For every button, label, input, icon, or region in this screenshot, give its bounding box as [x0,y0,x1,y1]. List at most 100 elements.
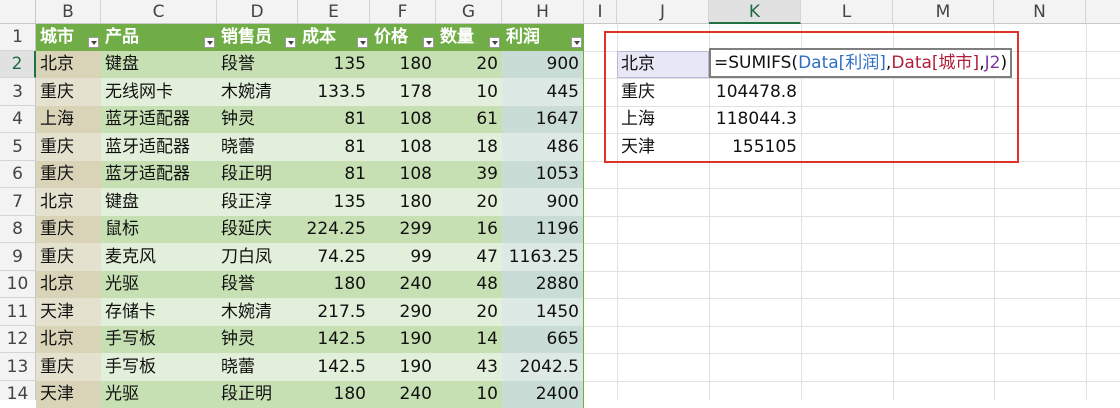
formula-edit-cell-k2[interactable]: =SUMIFS(Data[利润],Data[城市],J2) [709,48,1013,78]
column-header-h[interactable]: H [502,0,584,24]
table-header-cell[interactable]: 成本 [298,24,370,51]
filter-dropdown-icon[interactable] [571,37,582,48]
row-header-10[interactable]: 10 [0,271,36,298]
table-cell[interactable]: 180 [370,51,436,78]
table-cell[interactable]: 键盘 [101,188,217,216]
column-header-b[interactable]: B [36,0,101,24]
table-cell[interactable]: 20 [436,188,502,216]
table-cell[interactable]: 135 [298,188,370,216]
table-cell[interactable]: 麦克风 [101,243,217,271]
table-cell[interactable]: 142.5 [298,326,370,353]
table-cell[interactable]: 重庆 [36,353,101,381]
table-cell[interactable]: 142.5 [298,353,370,381]
table-cell[interactable]: 900 [502,51,584,78]
filter-dropdown-icon[interactable] [357,37,368,48]
table-cell[interactable]: 木婉清 [217,78,298,106]
table-cell[interactable]: 1196 [502,216,584,243]
column-header-g[interactable]: G [436,0,502,24]
table-cell[interactable]: 445 [502,78,584,106]
table-cell[interactable]: 晓蕾 [217,133,298,161]
summary-city-1[interactable]: 北京 [617,51,709,78]
summary-city-4[interactable]: 天津 [617,133,709,161]
table-cell[interactable]: 14 [436,326,502,353]
table-cell[interactable]: 天津 [36,381,101,408]
table-cell[interactable]: 224.25 [298,216,370,243]
table-cell[interactable]: 北京 [36,271,101,298]
table-cell[interactable]: 1450 [502,298,584,326]
column-header-n[interactable]: N [994,0,1086,24]
table-cell[interactable]: 10 [436,78,502,106]
filter-dropdown-icon[interactable] [88,37,99,48]
column-header-e[interactable]: E [298,0,370,24]
table-cell[interactable]: 天津 [36,298,101,326]
table-cell[interactable]: 蓝牙适配器 [101,161,217,188]
table-cell[interactable]: 180 [298,271,370,298]
table-cell[interactable]: 蓝牙适配器 [101,133,217,161]
column-header-l[interactable]: L [801,0,893,24]
table-cell[interactable]: 20 [436,51,502,78]
table-cell[interactable]: 43 [436,353,502,381]
table-cell[interactable]: 钟灵 [217,326,298,353]
column-header-extra[interactable] [1086,0,1120,24]
select-all-corner[interactable] [0,0,36,24]
table-cell[interactable]: 135 [298,51,370,78]
table-cell[interactable]: 段延庆 [217,216,298,243]
table-cell[interactable]: 光驱 [101,381,217,408]
table-cell[interactable]: 18 [436,133,502,161]
column-header-j[interactable]: J [617,0,709,24]
table-cell[interactable]: 108 [370,106,436,133]
row-header-13[interactable]: 13 [0,353,36,381]
row-header-2[interactable]: 2 [0,51,36,78]
table-cell[interactable]: 晓蕾 [217,353,298,381]
table-cell[interactable]: 2042.5 [502,353,584,381]
table-cell[interactable]: 180 [370,188,436,216]
column-header-k[interactable]: K [709,0,801,24]
table-cell[interactable]: 重庆 [36,243,101,271]
table-cell[interactable]: 重庆 [36,78,101,106]
table-cell[interactable]: 北京 [36,51,101,78]
table-cell[interactable]: 39 [436,161,502,188]
table-cell[interactable]: 665 [502,326,584,353]
table-cell[interactable]: 蓝牙适配器 [101,106,217,133]
table-cell[interactable]: 217.5 [298,298,370,326]
table-cell[interactable]: 重庆 [36,161,101,188]
row-header-14[interactable]: 14 [0,381,36,404]
row-header-9[interactable]: 9 [0,243,36,271]
summary-city-3[interactable]: 上海 [617,106,709,133]
table-cell[interactable]: 10 [436,381,502,408]
row-header-8[interactable]: 8 [0,216,36,243]
filter-dropdown-icon[interactable] [285,37,296,48]
row-header-7[interactable]: 7 [0,188,36,216]
table-cell[interactable]: 240 [370,381,436,408]
table-cell[interactable]: 61 [436,106,502,133]
table-cell[interactable]: 81 [298,106,370,133]
filter-dropdown-icon[interactable] [204,37,215,48]
table-cell[interactable]: 240 [370,271,436,298]
summary-value-4[interactable]: 155105 [709,133,801,161]
table-header-cell[interactable]: 价格 [370,24,436,51]
table-header-cell[interactable]: 城市 [36,24,101,51]
table-cell[interactable]: 1163.25 [502,243,584,271]
table-cell[interactable]: 16 [436,216,502,243]
table-header-cell[interactable]: 产品 [101,24,217,51]
column-header-d[interactable]: D [217,0,298,24]
table-cell[interactable]: 北京 [36,188,101,216]
table-cell[interactable]: 存储卡 [101,298,217,326]
row-header-4[interactable]: 4 [0,106,36,133]
table-cell[interactable]: 74.25 [298,243,370,271]
table-cell[interactable]: 重庆 [36,133,101,161]
table-cell[interactable]: 20 [436,298,502,326]
table-header-cell[interactable]: 销售员 [217,24,298,51]
table-cell[interactable]: 刀白凤 [217,243,298,271]
table-cell[interactable]: 108 [370,161,436,188]
table-cell[interactable]: 178 [370,78,436,106]
table-cell[interactable]: 190 [370,353,436,381]
table-cell[interactable]: 1053 [502,161,584,188]
table-cell[interactable]: 900 [502,188,584,216]
table-cell[interactable]: 2400 [502,381,584,408]
table-cell[interactable]: 段正淳 [217,188,298,216]
table-cell[interactable]: 键盘 [101,51,217,78]
summary-value-3[interactable]: 118044.3 [709,106,801,133]
table-header-cell[interactable]: 利润 [502,24,584,51]
summary-city-2[interactable]: 重庆 [617,78,709,106]
